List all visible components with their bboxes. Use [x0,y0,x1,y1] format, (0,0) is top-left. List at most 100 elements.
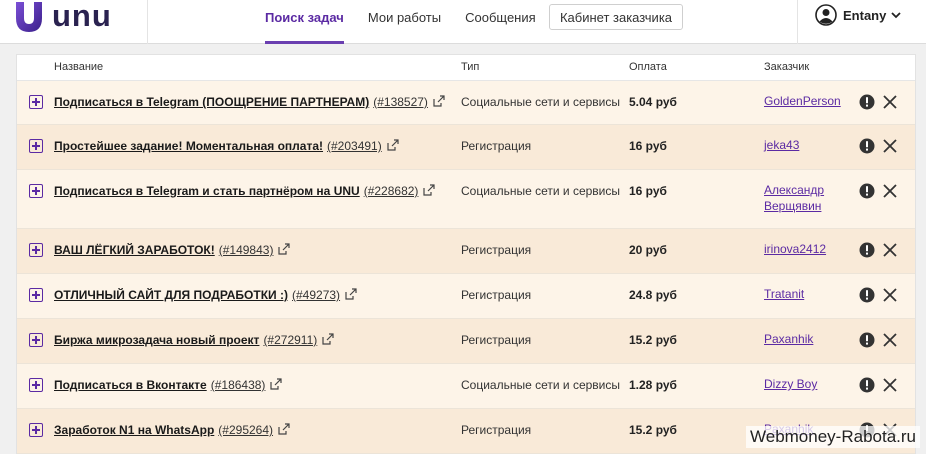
nav-messages[interactable]: Сообщения [465,0,536,44]
tasks-table: Название Тип Оплата Заказчик Подписаться… [16,54,916,454]
table-row: ОТЛИЧНЫЙ САЙТ ДЛЯ ПОДРАБОТКИ :) (#49273) Р… [17,274,915,319]
external-link-icon[interactable] [423,184,436,196]
expand-plus-icon[interactable] [29,95,43,109]
task-title-link[interactable]: Биржа микрозадача новый проект [54,333,259,347]
external-link-icon[interactable] [345,288,357,300]
nav-my-works[interactable]: Мои работы [368,0,441,44]
customer-link[interactable]: GoldenPerson [764,93,846,109]
task-pay: 15.2 руб [629,423,677,437]
table-header: Название Тип Оплата Заказчик [17,55,915,81]
task-id[interactable]: (#272911) [263,333,317,347]
external-link-icon[interactable] [278,423,290,435]
column-header-name: Название [54,61,104,73]
task-title-link[interactable]: ВАШ ЛЁГКИЙ ЗАРАБОТОК! [54,243,215,257]
task-type: Социальные сети и сервисы [461,95,620,109]
expand-plus-icon[interactable] [29,288,43,302]
close-icon[interactable] [883,95,897,109]
close-icon[interactable] [883,378,897,392]
task-id[interactable]: (#138527) [373,95,428,109]
task-type: Социальные сети и сервисы [461,378,620,392]
expand-plus-icon[interactable] [29,423,43,437]
task-type: Регистрация [461,333,532,347]
task-title: ВАШ ЛЁГКИЙ ЗАРАБОТОК! (#149843) [54,243,291,257]
expand-plus-icon[interactable] [29,184,43,198]
watermark: Webmoney-Rabota.ru [746,426,920,448]
table-row: Биржа микрозадача новый проект (#272911) Р… [17,319,915,364]
task-title-link[interactable]: Подписаться в Вконтакте [54,378,207,392]
task-pay: 16 руб [629,139,667,153]
task-title: Подписаться в Telegram (ПООЩРЕНИЕ ПАРТНЕ… [54,95,445,109]
task-pay: 15.2 руб [629,333,677,347]
table-row: Простейшее задание! Моментальная оплата!… [17,125,915,170]
task-title: ОТЛИЧНЫЙ САЙТ ДЛЯ ПОДРАБОТКИ :) (#49273) [54,288,357,302]
report-warning-icon[interactable] [859,94,875,110]
task-title-link[interactable]: Подписаться в Telegram (ПООЩРЕНИЕ ПАРТНЕ… [54,95,369,109]
report-warning-icon[interactable] [859,138,875,154]
task-type: Регистрация [461,423,532,437]
expand-plus-icon[interactable] [29,378,43,392]
external-link-icon[interactable] [322,333,334,345]
top-header: unu Поиск задач Мои работы Сообщения Каб… [0,0,926,44]
task-pay: 5.04 руб [629,95,677,109]
customer-link[interactable]: jeka43 [764,137,846,153]
task-title: Подписаться в Вконтакте (#186438) [54,378,283,392]
report-warning-icon[interactable] [859,332,875,348]
expand-plus-icon[interactable] [29,333,43,347]
task-id[interactable]: (#49273) [292,288,340,302]
task-type: Регистрация [461,288,532,302]
column-header-type: Тип [461,61,480,73]
task-title-link[interactable]: Заработок N1 на WhatsApp [54,423,214,437]
report-warning-icon[interactable] [859,183,875,199]
logo-mark-icon [16,2,42,32]
customer-link[interactable]: Tratanit [764,286,846,302]
task-pay: 16 руб [629,184,667,198]
task-id[interactable]: (#149843) [219,243,274,257]
close-icon[interactable] [883,243,897,257]
task-type: Регистрация [461,139,532,153]
user-menu[interactable]: Entany [797,0,902,44]
customer-cabinet-button[interactable]: Кабинет заказчика [549,4,683,30]
table-row: Подписаться в Вконтакте (#186438) Социальн… [17,364,915,409]
report-warning-icon[interactable] [859,287,875,303]
external-link-icon[interactable] [270,378,283,390]
task-id[interactable]: (#203491) [327,139,382,153]
close-icon[interactable] [883,139,897,153]
expand-plus-icon[interactable] [29,243,43,257]
table-row: Подписаться в Telegram (ПООЩРЕНИЕ ПАРТНЕ… [17,81,915,125]
task-title-link[interactable]: Подписаться в Telegram и стать партнёром… [54,184,360,198]
report-warning-icon[interactable] [859,242,875,258]
task-type: Регистрация [461,243,532,257]
customer-link[interactable]: Paxanhik [764,331,846,347]
report-warning-icon[interactable] [859,377,875,393]
task-id[interactable]: (#295264) [218,423,273,437]
task-pay: 24.8 руб [629,288,677,302]
customer-link[interactable]: Dizzy Boy [764,376,846,392]
column-header-pay: Оплата [629,61,667,73]
task-title-link[interactable]: ОТЛИЧНЫЙ САЙТ ДЛЯ ПОДРАБОТКИ :) [54,288,288,302]
unu-logo[interactable]: unu [14,0,148,44]
customer-link[interactable]: Александр Верщявин [764,182,846,214]
nav-task-search[interactable]: Поиск задач [265,0,344,44]
close-icon[interactable] [883,288,897,302]
close-icon[interactable] [883,184,897,198]
task-type: Социальные сети и сервисы [461,184,620,198]
column-header-customer: Заказчик [764,61,810,73]
main-nav: Поиск задач Мои работы Сообщения [265,0,560,44]
task-title-link[interactable]: Простейшее задание! Моментальная оплата! [54,139,323,153]
expand-plus-icon[interactable] [29,139,43,153]
task-id[interactable]: (#186438) [211,378,266,392]
task-title: Подписаться в Telegram и стать партнёром… [54,184,436,198]
table-body: Подписаться в Telegram (ПООЩРЕНИЕ ПАРТНЕ… [17,81,915,454]
task-pay: 20 руб [629,243,667,257]
external-link-icon[interactable] [278,243,291,255]
external-link-icon[interactable] [387,139,399,151]
external-link-icon[interactable] [433,95,445,107]
user-name: Entany [843,8,887,23]
task-pay: 1.28 руб [629,378,677,392]
logo-text: unu [52,0,112,33]
task-id[interactable]: (#228682) [364,184,419,198]
task-title: Биржа микрозадача новый проект (#272911) [54,333,334,347]
table-row: Подписаться в Telegram и стать партнёром… [17,170,915,229]
customer-link[interactable]: irinova2412 [764,241,846,257]
close-icon[interactable] [883,333,897,347]
